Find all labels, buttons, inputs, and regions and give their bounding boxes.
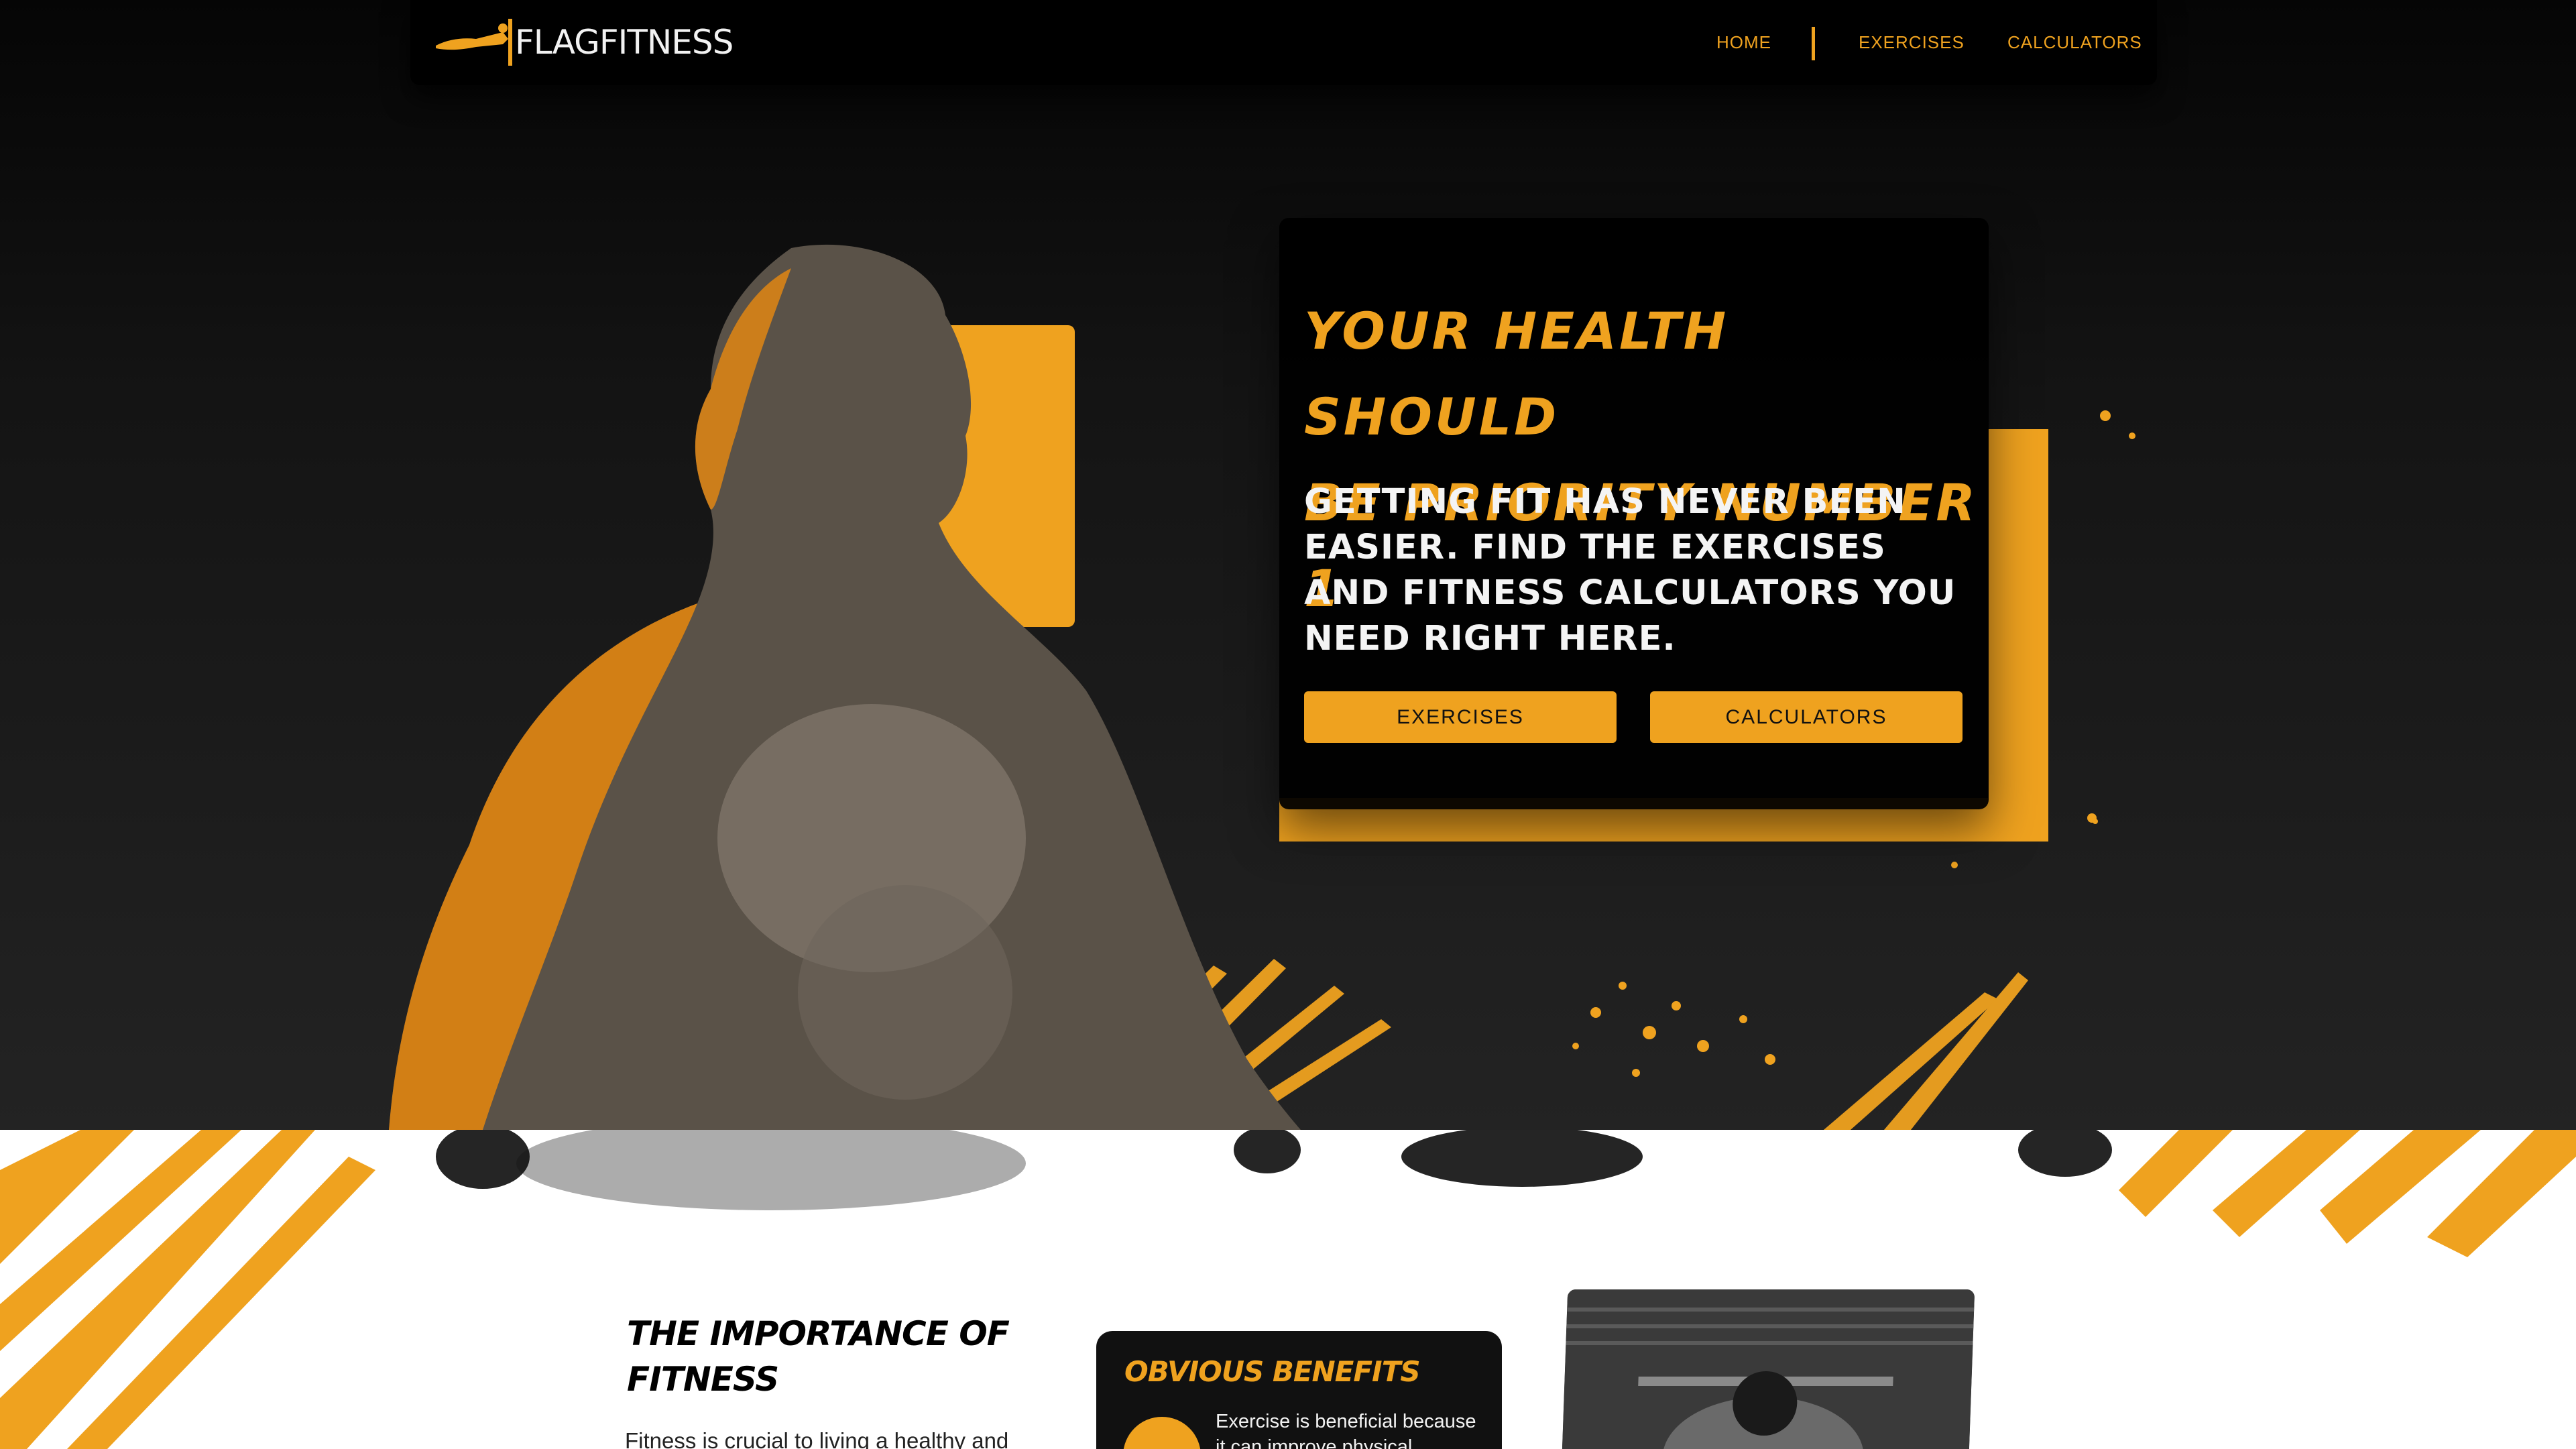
nav-home-link[interactable]: HOME <box>1716 32 1771 53</box>
flag-athlete-logo-icon <box>436 19 512 66</box>
hero-title-line1: YOUR HEALTH SHOULD <box>1304 301 1729 447</box>
pullup-athlete-image <box>1560 1289 1975 1449</box>
benefits-text: Exercise is beneficial because it can im… <box>1216 1411 1476 1449</box>
athlete-base-shadow <box>516 1130 1026 1210</box>
training-photo <box>1560 1289 1975 1449</box>
exercises-button[interactable]: EXERCISES <box>1304 691 1617 743</box>
navbar: FLAGFITNESS HOME EXERCISES CALCULATORS <box>410 0 2157 85</box>
nav-active-indicator <box>1812 27 1815 60</box>
benefits-title: OBVIOUS BENEFITS <box>1124 1355 1421 1388</box>
importance-body: Fitness is crucial to living a healthy a… <box>625 1428 1009 1449</box>
hero-subtitle: GETTING FIT HAS NEVER BEEN EASIER. FIND … <box>1304 482 1956 658</box>
benefit-icon <box>1123 1417 1201 1449</box>
nav-exercises-link[interactable]: EXERCISES <box>1859 32 1965 53</box>
card-accent-edge <box>1988 429 2048 842</box>
brand-name: FLAGFITNESS <box>515 23 734 62</box>
nav-calculators-link[interactable]: CALCULATORS <box>2007 32 2142 53</box>
hero-section: FLAGFITNESS HOME EXERCISES CALCULATORS Y… <box>0 0 2576 1130</box>
benefits-card: OBVIOUS BENEFITS Exercise is beneficial … <box>1096 1331 1502 1449</box>
athlete-figure <box>389 244 1301 1130</box>
importance-section: THE IMPORTANCE OF FITNESS Fitness is cru… <box>0 1130 2576 1449</box>
calculators-button[interactable]: CALCULATORS <box>1650 691 1963 743</box>
importance-title: THE IMPORTANCE OF FITNESS <box>627 1314 1010 1399</box>
